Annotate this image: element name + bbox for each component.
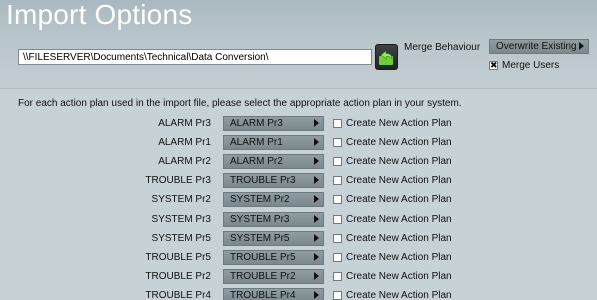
target-plan-value: SYSTEM Pr5 bbox=[230, 232, 290, 244]
target-plan-value: ALARM Pr2 bbox=[230, 156, 283, 168]
chevron-right-icon bbox=[579, 42, 584, 50]
chevron-right-icon bbox=[314, 157, 319, 166]
instructions-text: For each action plan used in the import … bbox=[18, 98, 462, 109]
create-new-plan-checkbox[interactable] bbox=[333, 138, 342, 148]
create-new-plan-label: Create New Action Plan bbox=[346, 251, 452, 263]
source-plan-label: ALARM Pr3 bbox=[158, 118, 211, 129]
source-plan-label: SYSTEM Pr5 bbox=[151, 232, 211, 244]
header-bar: Import Options Merge Behaviour Overwrite… bbox=[0, 0, 597, 88]
source-plan-label: TROUBLE Pr5 bbox=[145, 251, 211, 263]
create-new-plan-label: Create New Action Plan bbox=[346, 289, 452, 300]
action-plan-row: SYSTEM Pr5 SYSTEM Pr5 Create New Action Pl… bbox=[0, 230, 597, 247]
checkmark-x-icon: ✖ bbox=[490, 60, 498, 70]
chevron-right-icon bbox=[314, 290, 319, 299]
chevron-right-icon bbox=[314, 233, 319, 242]
divider bbox=[0, 88, 597, 89]
merge-behaviour-select[interactable]: Overwrite Existing bbox=[489, 39, 589, 54]
create-new-plan-label: Create New Action Plan bbox=[346, 156, 452, 168]
target-plan-value: TROUBLE Pr2 bbox=[230, 270, 296, 282]
target-plan-select[interactable]: ALARM Pr2 bbox=[223, 154, 324, 170]
source-plan-label: ALARM Pr1 bbox=[158, 137, 211, 149]
chevron-right-icon bbox=[314, 271, 319, 280]
target-plan-select[interactable]: SYSTEM Pr2 bbox=[223, 192, 324, 208]
action-plan-row: TROUBLE Pr4 TROUBLE Pr4 Create New Action … bbox=[0, 287, 597, 300]
create-new-plan-checkbox[interactable] bbox=[333, 119, 342, 128]
source-plan-label: TROUBLE Pr4 bbox=[145, 289, 211, 300]
target-plan-value: SYSTEM Pr2 bbox=[230, 194, 290, 206]
action-plan-row: ALARM Pr3 ALARM Pr3 Create New Action Plan bbox=[0, 116, 597, 132]
create-new-plan-checkbox[interactable] bbox=[333, 157, 342, 167]
action-plan-row: TROUBLE Pr2 TROUBLE Pr2 Create New Action … bbox=[0, 268, 597, 285]
chevron-right-icon bbox=[314, 119, 319, 127]
target-plan-value: ALARM Pr1 bbox=[230, 137, 283, 149]
file-path-input[interactable] bbox=[18, 49, 372, 65]
chevron-right-icon bbox=[314, 138, 319, 147]
create-new-plan-label: Create New Action Plan bbox=[346, 118, 452, 129]
merge-users-checkbox[interactable]: ✖ bbox=[489, 61, 498, 70]
create-new-plan-label: Create New Action Plan bbox=[346, 137, 452, 149]
action-plan-row: ALARM Pr1 ALARM Pr1 Create New Action Plan bbox=[0, 135, 597, 151]
target-plan-value: SYSTEM Pr3 bbox=[230, 213, 290, 225]
create-new-plan-checkbox[interactable] bbox=[333, 176, 342, 186]
create-new-plan-label: Create New Action Plan bbox=[346, 270, 452, 282]
create-new-plan-checkbox[interactable] bbox=[333, 271, 342, 281]
merge-users-label: Merge Users bbox=[502, 60, 560, 71]
target-plan-value: TROUBLE Pr4 bbox=[230, 289, 296, 300]
chevron-right-icon bbox=[314, 214, 319, 223]
chevron-right-icon bbox=[314, 176, 319, 185]
page-title: Import Options bbox=[6, 0, 193, 30]
folder-refresh-icon bbox=[379, 50, 393, 65]
target-plan-select[interactable]: ALARM Pr1 bbox=[223, 135, 324, 151]
merge-behaviour-label: Merge Behaviour bbox=[404, 42, 481, 53]
target-plan-select[interactable]: TROUBLE Pr2 bbox=[223, 268, 324, 284]
target-plan-value: ALARM Pr3 bbox=[230, 118, 283, 129]
source-plan-label: ALARM Pr2 bbox=[158, 156, 211, 168]
chevron-right-icon bbox=[314, 252, 319, 261]
action-plan-row: ALARM Pr2 ALARM Pr2 Create New Action Plan bbox=[0, 154, 597, 170]
action-plan-row: SYSTEM Pr3 SYSTEM Pr3 Create New Action Pl… bbox=[0, 211, 597, 228]
create-new-plan-label: Create New Action Plan bbox=[346, 232, 452, 244]
action-plan-row: TROUBLE Pr3 TROUBLE Pr3 Create New Action … bbox=[0, 173, 597, 189]
create-new-plan-label: Create New Action Plan bbox=[346, 175, 452, 187]
target-plan-select[interactable]: TROUBLE Pr4 bbox=[223, 287, 324, 300]
create-new-plan-checkbox[interactable] bbox=[333, 233, 342, 243]
target-plan-select[interactable]: TROUBLE Pr3 bbox=[223, 173, 324, 189]
chevron-right-icon bbox=[314, 195, 319, 204]
create-new-plan-checkbox[interactable] bbox=[333, 195, 342, 205]
action-plan-row: TROUBLE Pr5 TROUBLE Pr5 Create New Action … bbox=[0, 249, 597, 266]
merge-behaviour-value: Overwrite Existing bbox=[496, 41, 577, 52]
source-plan-label: TROUBLE Pr3 bbox=[145, 175, 211, 187]
create-new-plan-checkbox[interactable] bbox=[333, 252, 342, 262]
target-plan-value: TROUBLE Pr5 bbox=[230, 251, 296, 263]
create-new-plan-checkbox[interactable] bbox=[333, 214, 342, 224]
source-plan-label: TROUBLE Pr2 bbox=[145, 270, 211, 282]
create-new-plan-label: Create New Action Plan bbox=[346, 194, 452, 206]
browse-button[interactable] bbox=[375, 44, 398, 70]
target-plan-select[interactable]: SYSTEM Pr3 bbox=[223, 211, 324, 227]
source-plan-label: SYSTEM Pr2 bbox=[151, 194, 211, 206]
target-plan-select[interactable]: SYSTEM Pr5 bbox=[223, 230, 324, 246]
source-plan-label: SYSTEM Pr3 bbox=[151, 213, 211, 225]
target-plan-value: TROUBLE Pr3 bbox=[230, 175, 296, 187]
create-new-plan-label: Create New Action Plan bbox=[346, 213, 452, 225]
create-new-plan-checkbox[interactable] bbox=[333, 290, 342, 300]
target-plan-select[interactable]: ALARM Pr3 bbox=[223, 116, 324, 131]
target-plan-select[interactable]: TROUBLE Pr5 bbox=[223, 249, 324, 265]
action-plan-row: SYSTEM Pr2 SYSTEM Pr2 Create New Action Pl… bbox=[0, 192, 597, 208]
